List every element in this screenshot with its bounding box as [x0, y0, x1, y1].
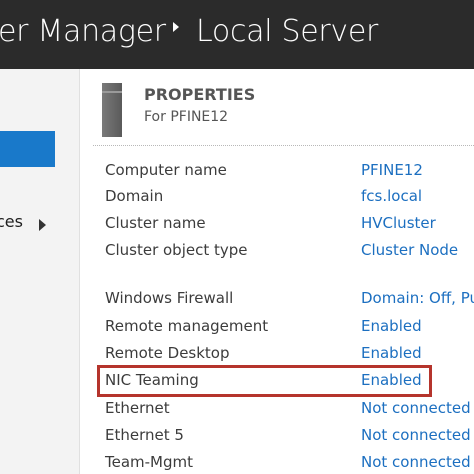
label-remote-desktop: Remote Desktop	[105, 344, 230, 362]
properties-panel: PROPERTIES For PFINE12 Computer name PFI…	[80, 69, 474, 474]
label-windows-firewall: Windows Firewall	[105, 289, 234, 307]
value-nic-teaming[interactable]: Enabled	[361, 371, 422, 389]
chevron-right-icon[interactable]	[39, 219, 46, 231]
breadcrumb-local-server[interactable]: Local Server	[196, 12, 378, 52]
properties-title: PROPERTIES	[144, 85, 256, 104]
sidebar-item-selected[interactable]	[0, 131, 55, 167]
label-ethernet-5: Ethernet 5	[105, 426, 184, 444]
label-cluster-object-type: Cluster object type	[105, 241, 248, 259]
label-ethernet: Ethernet	[105, 399, 170, 417]
value-cluster-name[interactable]: HVCluster	[361, 214, 436, 232]
value-ethernet[interactable]: Not connected	[361, 399, 471, 417]
breadcrumb-separator-icon	[173, 22, 179, 32]
value-remote-management[interactable]: Enabled	[361, 317, 422, 335]
sidebar-item-services[interactable]: ces	[0, 212, 23, 231]
breadcrumb-server-manager[interactable]: er Manager	[0, 12, 166, 52]
value-team-mgmt[interactable]: Not connected	[361, 453, 471, 471]
value-computer-name[interactable]: PFINE12	[361, 161, 423, 179]
label-remote-management: Remote management	[105, 317, 269, 335]
label-cluster-name: Cluster name	[105, 214, 206, 232]
label-domain: Domain	[105, 187, 164, 205]
value-cluster-object-type[interactable]: Cluster Node	[361, 241, 458, 259]
properties-subtitle: For PFINE12	[144, 109, 229, 125]
divider	[93, 145, 474, 146]
label-nic-teaming: NIC Teaming	[105, 371, 199, 389]
label-team-mgmt: Team-Mgmt	[105, 453, 194, 471]
value-remote-desktop[interactable]: Enabled	[361, 344, 422, 362]
sidebar: ces	[0, 69, 80, 474]
value-ethernet-5[interactable]: Not connected	[361, 426, 471, 444]
label-computer-name: Computer name	[105, 161, 227, 179]
value-windows-firewall[interactable]: Domain: Off, Pu	[361, 289, 474, 307]
server-icon	[102, 83, 122, 137]
value-domain[interactable]: fcs.local	[361, 187, 422, 205]
title-bar: er Manager Local Server	[0, 0, 474, 69]
